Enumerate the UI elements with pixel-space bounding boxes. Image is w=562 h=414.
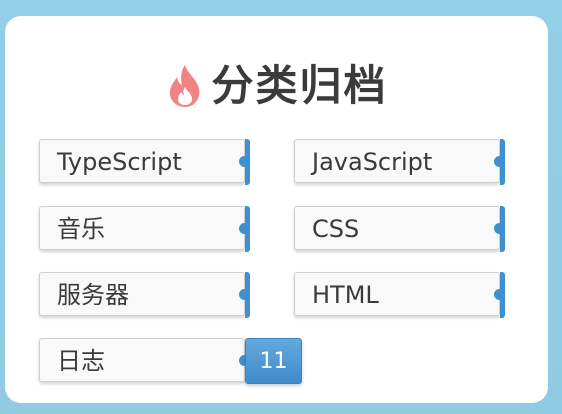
fire-icon xyxy=(165,63,205,109)
category-label: TypeScript xyxy=(57,148,182,176)
page-title: 分类归档 xyxy=(211,61,388,110)
category-label: 音乐 xyxy=(57,215,105,243)
category-count-tab xyxy=(500,272,505,318)
page-header: 分类归档 xyxy=(5,56,548,116)
category-item-typescript[interactable]: TypeScript xyxy=(39,139,251,185)
category-label: 日志 xyxy=(57,347,105,375)
category-count-tab xyxy=(245,139,250,185)
archive-card: 分类归档 TypeScript JavaScript 音乐 CSS 服务器 HT… xyxy=(5,16,548,403)
category-label: JavaScript xyxy=(312,148,433,176)
category-label: CSS xyxy=(312,215,360,243)
category-item-log[interactable]: 日志 11 xyxy=(39,338,303,384)
category-count-tab xyxy=(500,206,505,252)
category-item-server[interactable]: 服务器 xyxy=(39,272,251,318)
category-item-javascript[interactable]: JavaScript xyxy=(294,139,506,185)
category-item-css[interactable]: CSS xyxy=(294,206,506,252)
category-label: HTML xyxy=(312,281,379,309)
category-count-tab xyxy=(245,272,250,318)
category-item-music[interactable]: 音乐 xyxy=(39,206,251,252)
category-label: 服务器 xyxy=(57,281,129,309)
category-item-html[interactable]: HTML xyxy=(294,272,506,318)
category-count-badge: 11 xyxy=(245,338,302,384)
category-count-tab xyxy=(500,139,505,185)
category-count-tab xyxy=(245,206,250,252)
